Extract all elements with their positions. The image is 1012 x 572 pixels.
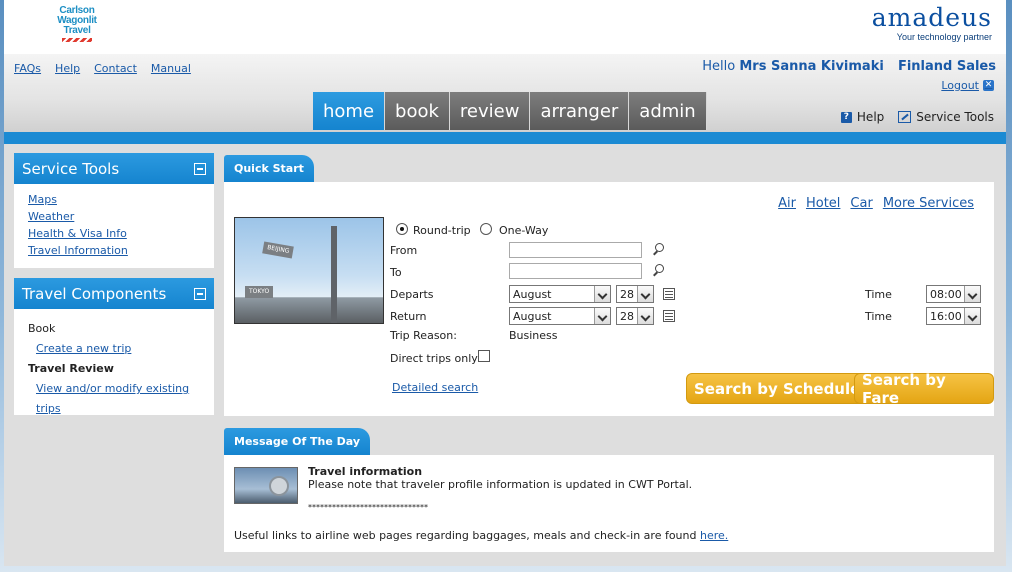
travel-components-box: Travel Components Book Create a new trip… <box>14 278 214 415</box>
return-time-select[interactable]: 16:00 <box>926 307 981 325</box>
trip-reason-value: Business <box>509 329 558 342</box>
tab-book[interactable]: book <box>385 92 450 130</box>
org-name: Finland Sales <box>897 59 996 74</box>
create-trip-link[interactable]: Create a new trip <box>36 339 200 359</box>
departs-day-select[interactable]: 28 <box>616 285 654 303</box>
weather-link[interactable]: Weather <box>28 208 200 225</box>
search-by-schedule-button[interactable]: Search by Schedule <box>686 373 869 404</box>
here-link[interactable]: here. <box>700 529 728 542</box>
book-label: Book <box>28 322 56 335</box>
service-tools-button[interactable]: Service Tools <box>898 110 994 124</box>
cwt-logo[interactable]: Carlson Wagonlit Travel <box>50 6 104 46</box>
trip-reason-label: Trip Reason: <box>390 329 457 342</box>
return-time-label: Time <box>865 310 892 323</box>
one-way-radio[interactable] <box>480 223 492 235</box>
tab-arranger[interactable]: arranger <box>530 92 630 130</box>
help-tools: ? Help Service Tools <box>840 110 994 124</box>
amadeus-logo: amadeus Your technology partner <box>871 3 992 43</box>
help-button[interactable]: ? Help <box>840 110 884 124</box>
return-day-select[interactable]: 28 <box>616 307 654 325</box>
collapse-icon[interactable] <box>194 287 206 300</box>
close-icon: ✕ <box>983 80 994 91</box>
travel-components-header: Travel Components <box>14 278 214 309</box>
chevron-down-icon <box>594 308 610 324</box>
portal-frame: Carlson Wagonlit Travel amadeus Your tec… <box>4 0 1006 566</box>
departs-label: Departs <box>390 288 434 301</box>
service-type-links: Air Hotel Car More Services <box>778 196 974 211</box>
signpost-photo: BEIJING TOKYO <box>234 217 384 324</box>
departs-time-select[interactable]: 08:00 <box>926 285 981 303</box>
signpost-pole <box>331 226 337 323</box>
top-links: FAQs Help Contact Manual <box>14 62 191 75</box>
nav-underline-bar <box>4 132 1006 144</box>
to-label: To <box>390 266 402 279</box>
motd-tab[interactable]: Message Of The Day <box>224 428 371 455</box>
quick-start-panel: Air Hotel Car More Services BEIJING TOKY… <box>224 182 994 416</box>
direct-trips-label: Direct trips only <box>390 352 478 365</box>
search-icon[interactable] <box>651 264 665 278</box>
hotel-link[interactable]: Hotel <box>806 196 840 211</box>
chevron-down-icon <box>964 308 980 324</box>
motd-panel: Travel information Please note that trav… <box>224 455 994 552</box>
round-trip-radio[interactable] <box>396 223 408 235</box>
chevron-down-icon <box>964 286 980 302</box>
tab-admin[interactable]: admin <box>629 92 707 130</box>
departs-month-select[interactable]: August <box>509 285 611 303</box>
modify-trips-link[interactable]: View and/or modify existing trips <box>36 379 200 419</box>
satellite-dish-photo <box>234 467 298 504</box>
faqs-link[interactable]: FAQs <box>14 62 41 75</box>
main-nav: home book review arranger admin <box>313 92 707 130</box>
dish-shape <box>269 476 289 496</box>
to-input[interactable] <box>509 263 642 279</box>
service-tools-links: Maps Weather Health & Visa Info Travel I… <box>14 184 214 268</box>
motd-useful-links: Useful links to airline web pages regard… <box>234 529 729 542</box>
health-visa-link[interactable]: Health & Visa Info <box>28 225 200 242</box>
tokyo-sign: TOKYO <box>245 286 274 298</box>
direct-trips-checkbox[interactable] <box>478 350 490 362</box>
motd-stars: ****************************** <box>308 503 428 512</box>
motd-body: Please note that traveler profile inform… <box>308 478 693 491</box>
header-nav-area: FAQs Help Contact Manual Hello Mrs Sanna… <box>4 54 1006 132</box>
return-month-select[interactable]: August <box>509 307 611 325</box>
from-label: From <box>390 244 418 257</box>
air-link[interactable]: Air <box>778 196 796 211</box>
help-icon: ? <box>840 111 852 123</box>
tab-home[interactable]: home <box>313 92 386 130</box>
chevron-down-icon <box>594 286 610 302</box>
chevron-down-icon <box>637 286 653 302</box>
detailed-search-link[interactable]: Detailed search <box>392 381 478 394</box>
logout-link[interactable]: Logout ✕ <box>941 79 994 92</box>
departs-time-label: Time <box>865 288 892 301</box>
collapse-icon[interactable] <box>194 162 206 175</box>
motd-title: Travel information <box>308 465 423 478</box>
from-input[interactable] <box>509 242 642 258</box>
service-tools-box: Service Tools Maps Weather Health & Visa… <box>14 153 214 268</box>
search-icon[interactable] <box>651 243 665 257</box>
travel-information-link[interactable]: Travel Information <box>28 242 200 259</box>
search-by-fare-button[interactable]: Search by Fare <box>854 371 994 407</box>
quick-start-tab[interactable]: Quick Start <box>224 155 314 182</box>
chevron-down-icon <box>637 308 653 324</box>
beijing-sign: BEIJING <box>262 241 295 259</box>
contact-link[interactable]: Contact <box>94 62 137 75</box>
service-tools-header: Service Tools <box>14 153 214 184</box>
maps-link[interactable]: Maps <box>28 191 200 208</box>
manual-link[interactable]: Manual <box>151 62 191 75</box>
cwt-logo-stripe-icon <box>62 38 92 42</box>
return-label: Return <box>390 310 427 323</box>
header-top: Carlson Wagonlit Travel amadeus Your tec… <box>4 0 1006 54</box>
travel-review-label: Travel Review <box>28 362 114 375</box>
tab-review[interactable]: review <box>449 92 531 130</box>
calendar-icon[interactable] <box>663 288 675 300</box>
calendar-icon[interactable] <box>663 310 675 322</box>
travel-components-list: Book Create a new trip Travel Review Vie… <box>14 309 214 433</box>
more-services-link[interactable]: More Services <box>883 196 974 211</box>
user-greeting: Hello Mrs Sanna Kivimaki Finland Sales <box>702 59 996 74</box>
help-link[interactable]: Help <box>55 62 80 75</box>
tools-icon <box>898 111 912 123</box>
car-link[interactable]: Car <box>850 196 872 211</box>
